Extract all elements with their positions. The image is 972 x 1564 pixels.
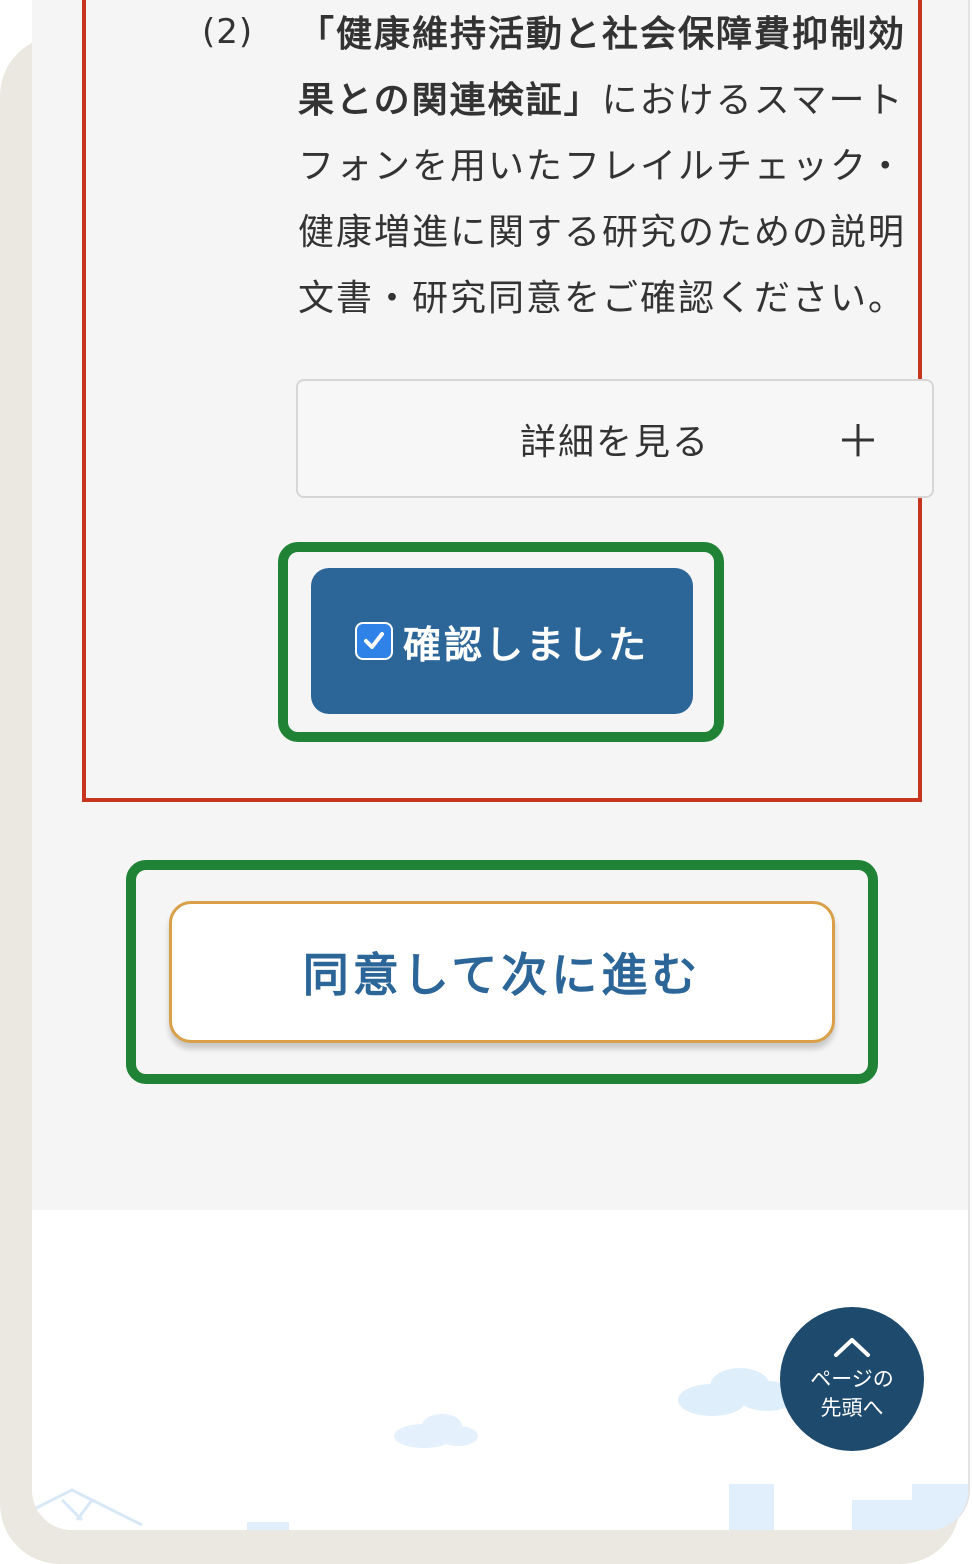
page-top-label-line1: ページの — [810, 1367, 894, 1391]
consent-item-text: 「健康維持活動と社会保障費抑制効果との関連検証」におけるスマートフォンを用いたフ… — [298, 2, 938, 332]
page-top-label-line2: 先頭へ — [820, 1396, 884, 1420]
chevron-up-icon — [834, 1338, 870, 1357]
checkbox-checked-icon[interactable] — [354, 622, 393, 660]
item-number: (2) — [202, 12, 254, 52]
app-screen: (2) 「健康維持活動と社会保障費抑制効果との関連検証」におけるスマートフォンを… — [32, 0, 970, 1530]
confirm-button-label: 確認しました — [402, 622, 649, 667]
bridge-icon — [32, 1488, 143, 1527]
page-top-button[interactable]: ページの 先頭へ — [780, 1307, 924, 1451]
details-button-label: 詳細を見る — [519, 421, 710, 463]
details-button[interactable]: 詳細を見る ＋ — [296, 379, 934, 498]
plus-icon: ＋ — [836, 416, 882, 468]
cloud-icon — [394, 1414, 478, 1448]
agree-next-button-label: 同意して次に進む — [302, 948, 702, 1002]
agree-next-button[interactable]: 同意して次に進む — [169, 901, 835, 1043]
building-icon — [247, 1484, 968, 1530]
confirm-button[interactable]: 確認しました — [311, 568, 693, 714]
